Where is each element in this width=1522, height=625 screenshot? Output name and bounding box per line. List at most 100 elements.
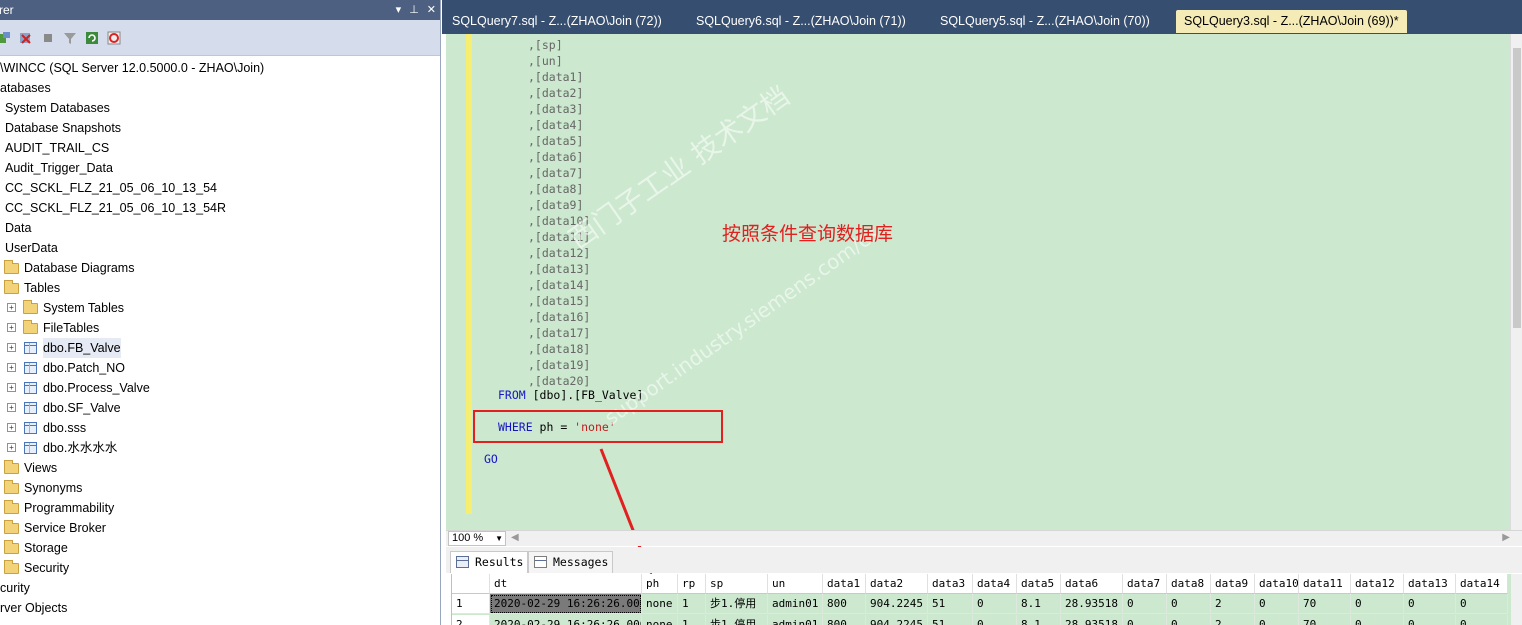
tab-sqlquery3[interactable]: SQLQuery3.sql - Z...(ZHAO\Join (69))* <box>1176 10 1407 33</box>
grid-cell[interactable]: 51 <box>928 594 973 614</box>
column-header[interactable]: sp <box>706 574 768 594</box>
refresh-icon[interactable] <box>84 30 100 46</box>
column-header[interactable]: un <box>768 574 823 594</box>
tree-node[interactable]: Tables <box>0 278 440 298</box>
tab-sqlquery6[interactable]: SQLQuery6.sql - Z...(ZHAO\Join (71)) <box>688 10 914 33</box>
tree-node[interactable]: CC_SCKL_FLZ_21_05_06_10_13_54R <box>0 198 440 218</box>
row-number[interactable]: 1 <box>452 594 490 614</box>
grid-cell[interactable]: 70 <box>1299 594 1351 614</box>
grid-cell[interactable]: 2 <box>1211 594 1255 614</box>
tree-node[interactable]: + dbo.sss <box>0 418 440 438</box>
query-editor[interactable]: ,[sp] ,[un] ,[data1] ,[data2] ,[data3] ,[data… <box>446 34 1510 530</box>
grid-cell[interactable]: 0 <box>1167 615 1211 625</box>
column-header[interactable]: data9 <box>1211 574 1255 594</box>
tree-node[interactable]: rver Objects <box>0 598 440 618</box>
grid-cell[interactable]: none <box>642 615 678 625</box>
tree-node[interactable]: Data <box>0 218 440 238</box>
filter-icon[interactable] <box>62 30 78 46</box>
grid-cell[interactable]: 0 <box>1255 615 1299 625</box>
results-vertical-scrollbar[interactable] <box>1511 574 1522 625</box>
expand-icon[interactable]: + <box>7 323 16 332</box>
tree-node[interactable]: AUDIT_TRAIL_CS <box>0 138 440 158</box>
tree-node[interactable]: + dbo.Process_Valve <box>0 378 440 398</box>
stop-icon[interactable] <box>40 30 56 46</box>
grid-cell[interactable]: 0 <box>973 594 1017 614</box>
column-header[interactable]: ph <box>642 574 678 594</box>
grid-cell[interactable]: admin01 <box>768 615 823 625</box>
tree-node[interactable]: System Databases <box>0 98 440 118</box>
connect-icon[interactable] <box>0 30 12 46</box>
column-header[interactable]: data13 <box>1404 574 1456 594</box>
grid-cell[interactable]: 0 <box>1456 615 1508 625</box>
grid-cell[interactable]: 904.2245 <box>866 594 928 614</box>
grid-cell[interactable]: 28.93518 <box>1061 594 1123 614</box>
column-header[interactable]: rp <box>678 574 706 594</box>
tree-node[interactable]: + FileTables <box>0 318 440 338</box>
tab-results[interactable]: Results <box>450 551 529 573</box>
pin-icon[interactable]: ⊥ <box>409 0 419 20</box>
grid-cell[interactable]: 1 <box>678 594 706 614</box>
column-header[interactable]: data7 <box>1123 574 1167 594</box>
tree-node[interactable]: Database Snapshots <box>0 118 440 138</box>
column-header[interactable]: data8 <box>1167 574 1211 594</box>
grid-cell[interactable]: admin01 <box>768 594 823 614</box>
grid-cell[interactable]: 0 <box>1123 594 1167 614</box>
window-position-dropdown-icon[interactable]: ▾ <box>396 0 402 20</box>
column-header[interactable]: data5 <box>1017 574 1061 594</box>
grid-cell[interactable]: 1 <box>678 615 706 625</box>
column-header[interactable]: data2 <box>866 574 928 594</box>
tab-sqlquery7[interactable]: SQLQuery7.sql - Z...(ZHAO\Join (72)) <box>444 10 670 33</box>
tree-node[interactable]: + dbo.水水水水 <box>0 438 440 458</box>
grid-cell[interactable]: 8.1 <box>1017 615 1061 625</box>
grid-cell[interactable]: 0 <box>1351 594 1404 614</box>
tree-node[interactable]: + System Tables <box>0 298 440 318</box>
tree-node[interactable]: Storage <box>0 538 440 558</box>
grid-cell[interactable]: 2 <box>1211 615 1255 625</box>
column-header[interactable]: data1 <box>823 574 866 594</box>
column-header[interactable]: data4 <box>973 574 1017 594</box>
tree-node[interactable]: Views <box>0 458 440 478</box>
grid-cell[interactable]: none <box>642 594 678 614</box>
tree-node[interactable]: CC_SCKL_FLZ_21_05_06_10_13_54 <box>0 178 440 198</box>
tree-node[interactable]: + dbo.FB_Valve <box>0 338 440 358</box>
disconnect-icon[interactable] <box>18 30 34 46</box>
tree-node[interactable]: Service Broker <box>0 518 440 538</box>
grid-cell[interactable]: 0 <box>973 615 1017 625</box>
tree-node[interactable]: Security <box>0 558 440 578</box>
expand-icon[interactable]: + <box>7 423 16 432</box>
tree-node[interactable]: atabases <box>0 78 440 98</box>
editor-vertical-scrollbar[interactable] <box>1510 34 1522 530</box>
tree-node[interactable]: curity <box>0 578 440 598</box>
grid-cell[interactable]: 0 <box>1255 594 1299 614</box>
grid-cell[interactable]: 2020-02-29 16:26:26.000 <box>490 594 642 614</box>
expand-icon[interactable]: + <box>7 443 16 452</box>
grid-cell[interactable]: 904.2245 <box>866 615 928 625</box>
column-header[interactable]: data3 <box>928 574 973 594</box>
grid-cell[interactable]: 2020-02-29 16:26:26.000 <box>490 615 642 625</box>
column-header[interactable]: data14 <box>1456 574 1508 594</box>
grid-cell[interactable]: 0 <box>1404 615 1456 625</box>
grid-cell[interactable]: 步1.停用 <box>706 615 768 625</box>
grid-cell[interactable]: 70 <box>1299 615 1351 625</box>
scroll-left-icon[interactable]: ◀ <box>511 532 519 543</box>
scroll-right-icon[interactable]: ▶ <box>1502 532 1510 543</box>
close-icon[interactable]: ✕ <box>427 0 436 20</box>
column-header[interactable]: data11 <box>1299 574 1351 594</box>
grid-cell[interactable]: 0 <box>1456 594 1508 614</box>
expand-icon[interactable]: + <box>7 343 16 352</box>
tab-sqlquery5[interactable]: SQLQuery5.sql - Z...(ZHAO\Join (70)) <box>932 10 1158 33</box>
row-number[interactable]: 2 <box>452 615 490 625</box>
tab-messages[interactable]: Messages <box>528 551 614 573</box>
tree-node[interactable]: Synonyms <box>0 478 440 498</box>
grid-cell[interactable]: 800 <box>823 615 866 625</box>
tree-node[interactable]: Programmability <box>0 498 440 518</box>
grid-cell[interactable]: 0 <box>1404 594 1456 614</box>
grid-corner[interactable] <box>452 574 490 594</box>
tree-node[interactable]: UserData <box>0 238 440 258</box>
expand-icon[interactable]: + <box>7 303 16 312</box>
tree-node[interactable]: + dbo.SF_Valve <box>0 398 440 418</box>
zoom-select[interactable]: 100 % ▼ <box>448 531 506 546</box>
grid-cell[interactable]: 8.1 <box>1017 594 1061 614</box>
grid-cell[interactable]: 0 <box>1351 615 1404 625</box>
grid-cell[interactable]: 800 <box>823 594 866 614</box>
